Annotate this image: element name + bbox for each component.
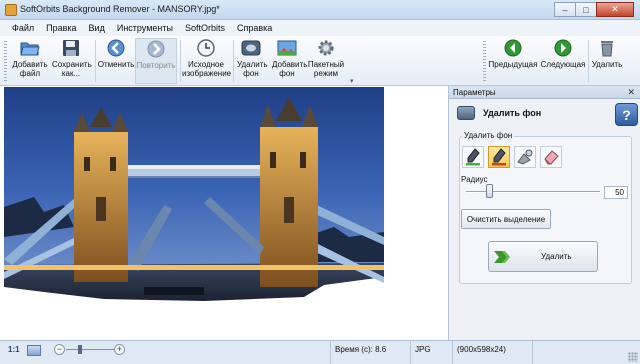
menu-file[interactable]: Файл — [6, 23, 40, 33]
original-image-button[interactable]: Исходное изображение — [181, 38, 231, 84]
next-button[interactable]: Следующая — [540, 38, 586, 84]
remove-button[interactable]: Удалить — [488, 241, 598, 272]
remove-background-button[interactable]: Удалить фон — [235, 38, 268, 84]
arrow-right-icon — [146, 39, 166, 59]
app-icon — [5, 4, 17, 16]
gear-icon — [316, 38, 336, 58]
add-file-label: Добавить файл — [12, 60, 48, 78]
menu-view[interactable]: Вид — [83, 23, 111, 33]
group-label: Удалить фон — [462, 131, 515, 140]
panel-header-label: Параметры — [453, 88, 496, 97]
window-title: SoftOrbits Background Remover - MANSORY.… — [20, 4, 220, 14]
resize-grip-icon[interactable] — [628, 352, 638, 362]
delete-label: Удалить — [591, 60, 623, 69]
keep-marker-tool[interactable] — [462, 146, 484, 168]
redo-label: Повторить — [136, 61, 176, 70]
zoom-slider-track[interactable] — [66, 349, 116, 350]
remove-background-icon — [241, 38, 261, 58]
eraser-icon — [544, 150, 559, 165]
batch-mode-button[interactable]: Пакетный режим — [305, 38, 347, 84]
radius-value-field[interactable]: 50 — [604, 186, 628, 199]
panel-title: Удалить фон — [483, 108, 542, 118]
zoom-slider-thumb[interactable] — [78, 345, 82, 354]
remove-background-icon — [457, 106, 475, 120]
toolbar-separator — [588, 40, 589, 82]
remove-marker-tool[interactable] — [488, 146, 510, 168]
menu-bar: Файл Правка Вид Инструменты SoftOrbits С… — [0, 20, 640, 36]
menu-tools[interactable]: Инструменты — [111, 23, 179, 33]
floppy-disk-icon — [61, 38, 81, 58]
toolbar: Добавить файл Сохранить как... Отменить … — [0, 36, 640, 86]
zoom-fit-icon[interactable] — [27, 345, 41, 356]
delete-button[interactable]: Удалить — [590, 38, 624, 84]
save-as-button[interactable]: Сохранить как... — [50, 38, 92, 84]
clear-selection-button[interactable]: Очистить выделение — [461, 209, 551, 229]
status-dimensions: (900x598x24) — [452, 341, 532, 364]
redo-button[interactable]: Повторить — [135, 38, 177, 84]
status-empty-cell — [532, 341, 640, 364]
panel-header: Параметры ✕ — [449, 86, 640, 99]
clock-icon — [196, 38, 216, 58]
green-arrows-icon — [494, 251, 510, 263]
remove-button-label: Удалить — [541, 252, 572, 261]
radius-slider-thumb[interactable] — [485, 184, 493, 198]
radius-label: Радиус — [461, 175, 488, 184]
minimize-button[interactable]: – — [554, 2, 576, 17]
status-time: Время (с): 8.6 — [330, 341, 410, 364]
previous-button[interactable]: Предыдущая — [487, 38, 539, 84]
add-background-icon — [277, 38, 297, 58]
green-right-arrow-icon — [553, 38, 573, 58]
status-bar: 1:1 − + Время (с): 8.6 JPG (900x598x24) — [0, 340, 640, 364]
brush-tool[interactable] — [514, 146, 536, 168]
zoom-actual-size-button[interactable]: 1:1 — [8, 345, 20, 354]
arrow-left-icon — [106, 38, 126, 58]
add-background-button[interactable]: Добавить фон — [270, 38, 308, 84]
zoom-in-button[interactable]: + — [114, 344, 125, 355]
remove-background-label: Удалить фон — [237, 60, 268, 78]
close-button[interactable]: ✕ — [596, 2, 634, 17]
previous-label: Предыдущая — [488, 60, 538, 69]
status-format: JPG — [410, 341, 452, 364]
help-button[interactable]: ? — [615, 103, 638, 126]
toolbar-overflow-icon[interactable]: ▾ — [350, 77, 354, 85]
marker-tools — [462, 146, 566, 168]
add-background-label: Добавить фон — [272, 60, 308, 78]
undo-button[interactable]: Отменить — [97, 38, 135, 84]
trash-icon — [597, 38, 617, 58]
batch-mode-label: Пакетный режим — [307, 60, 345, 78]
menu-softorbits[interactable]: SoftOrbits — [179, 23, 231, 33]
image-canvas[interactable] — [0, 86, 448, 364]
folder-open-icon — [20, 38, 40, 58]
menu-help[interactable]: Справка — [231, 23, 278, 33]
toolbar-separator — [233, 40, 234, 82]
toolbar-separator — [95, 40, 96, 82]
panel-close-icon[interactable]: ✕ — [627, 86, 635, 99]
undo-label: Отменить — [97, 60, 135, 69]
next-label: Следующая — [540, 60, 586, 69]
save-as-label: Сохранить как... — [52, 60, 92, 78]
window-controls: – □ ✕ — [554, 2, 634, 17]
title-bar: SoftOrbits Background Remover - MANSORY.… — [0, 0, 640, 20]
photo-tower-bridge — [4, 87, 384, 359]
toolbar-grip[interactable] — [4, 41, 7, 81]
toolbar-grip[interactable] — [483, 41, 486, 81]
green-left-arrow-icon — [503, 38, 523, 58]
panel-title-row: Удалить фон — [455, 103, 633, 127]
red-marker-icon — [492, 148, 506, 166]
eraser-tool[interactable] — [540, 146, 562, 168]
brush-icon — [517, 149, 533, 165]
green-marker-icon — [466, 148, 480, 166]
maximize-button[interactable]: □ — [575, 2, 597, 17]
zoom-out-button[interactable]: − — [54, 344, 65, 355]
menu-edit[interactable]: Правка — [40, 23, 82, 33]
add-file-button[interactable]: Добавить файл — [10, 38, 50, 84]
original-image-label: Исходное изображение — [182, 60, 232, 78]
